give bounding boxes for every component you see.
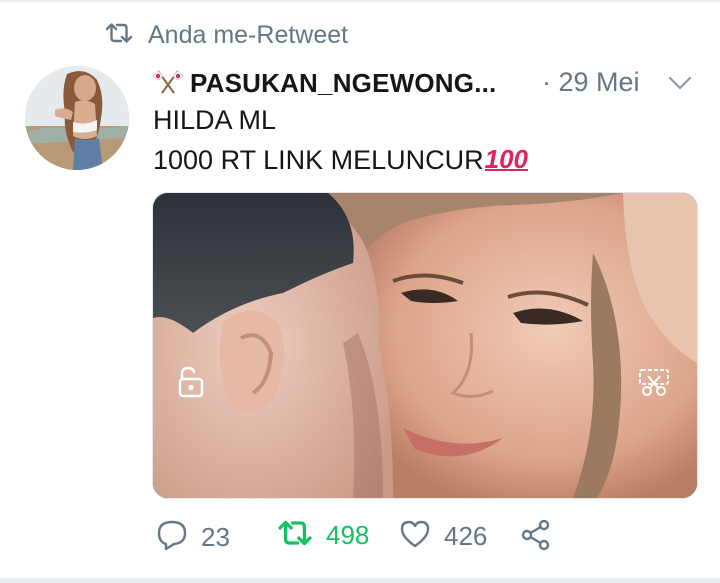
bottom-divider bbox=[0, 578, 720, 583]
like-button[interactable]: 426 bbox=[398, 518, 487, 555]
retweet-context[interactable]: Anda me-Retweet bbox=[104, 18, 348, 52]
tweet-actions: 23 498 426 bbox=[155, 518, 575, 558]
retweet-context-text: Anda me-Retweet bbox=[148, 20, 349, 49]
retweet-icon bbox=[276, 518, 314, 553]
tweet-media[interactable] bbox=[152, 192, 698, 499]
tweet-text-line-2-text: 1000 RT LINK MELUNCUR bbox=[153, 145, 484, 175]
tweet-text-line-2: 1000 RT LINK MELUNCUR 100 bbox=[153, 143, 529, 176]
tweet-text-line-1: HILDA ML bbox=[153, 105, 277, 135]
crossed-flags-icon bbox=[152, 67, 184, 100]
author[interactable]: PASUKAN_NGEWONG... bbox=[152, 67, 496, 100]
retweet-icon bbox=[104, 21, 134, 50]
chevron-down-icon[interactable] bbox=[665, 68, 695, 98]
retweet-button[interactable]: 498 bbox=[276, 518, 369, 553]
tweet-header: PASUKAN_NGEWONG... · 29 Mei bbox=[152, 65, 697, 101]
date-separator: · bbox=[542, 67, 551, 97]
share-button[interactable] bbox=[519, 518, 553, 557]
heart-icon bbox=[398, 518, 432, 555]
reply-icon bbox=[155, 518, 189, 557]
top-divider bbox=[0, 0, 720, 2]
reply-button[interactable]: 23 bbox=[155, 518, 230, 557]
retweet-count: 498 bbox=[326, 520, 370, 550]
unlock-icon[interactable] bbox=[177, 366, 207, 398]
share-icon bbox=[519, 518, 553, 557]
scissors-icon[interactable] bbox=[638, 368, 670, 398]
display-name[interactable]: PASUKAN_NGEWONG... bbox=[190, 68, 496, 99]
reply-count: 23 bbox=[201, 522, 230, 552]
hundred-points-icon: 100 bbox=[484, 143, 529, 174]
tweet-date[interactable]: · 29 Mei bbox=[542, 67, 640, 98]
media-image bbox=[153, 193, 697, 498]
like-count: 426 bbox=[444, 521, 488, 551]
date-text: 29 Mei bbox=[558, 67, 640, 97]
avatar[interactable] bbox=[25, 66, 129, 170]
avatar-image bbox=[25, 66, 129, 170]
